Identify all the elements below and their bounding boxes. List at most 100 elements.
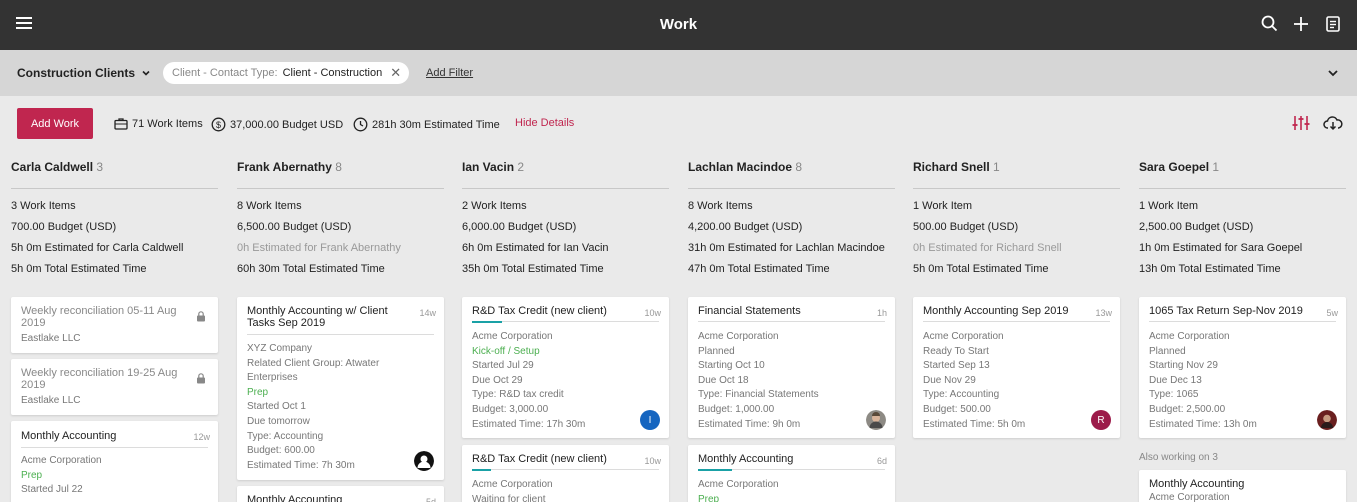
card-estimated-time: Estimated Time: 7h 30m [247,459,355,471]
budget-total: 37,000.00 Budget USD [230,118,344,131]
add-work-button[interactable]: Add Work [17,108,93,139]
assignee-name: Ian Vacin [462,160,515,174]
filter-bar: Construction Clients Client - Contact Ty… [0,50,1357,96]
work-card[interactable]: Monthly Accounting Acme Corporation [1139,470,1346,502]
card-divider [21,447,208,448]
view-name: Construction Clients [17,66,136,80]
card-client-group-cont: Enterprises [247,372,298,384]
assignee-count: 1 [1212,160,1220,174]
top-bar: Work [0,0,1357,50]
view-selector[interactable]: Construction Clients [17,66,151,80]
work-card[interactable]: Monthly Accounting 6d Acme Corporation P… [688,445,895,502]
remove-filter-icon[interactable]: ✕ [390,65,401,81]
work-card[interactable]: Monthly Accounting w/ Client Tasks Sep 2… [237,297,444,480]
user-photo-avatar-icon[interactable] [1317,410,1337,430]
card-status: Waiting for client [472,493,546,502]
card-started: Started Sep 13 [923,360,990,372]
divider [688,188,895,189]
also-working-on-label: Also working on [1139,452,1210,463]
work-card[interactable]: R&D Tax Credit (new client) 10w Acme Cor… [462,445,669,502]
card-progress-bar [698,469,732,471]
assignee-count: 3 [96,160,104,174]
hide-details-link[interactable]: Hide Details [515,117,574,129]
work-items-stat: 71 Work Items [114,117,203,130]
collapse-chevron-icon[interactable] [1327,67,1339,79]
card-estimated-time: Estimated Time: 17h 30m [472,418,586,430]
card-age: 6d [876,456,887,466]
card-details: Acme Corporation Prep Started Jul 22 [21,454,102,498]
plus-icon[interactable] [1291,14,1311,34]
work-card[interactable]: Weekly reconciliation 05-11 Aug 2019 Eas… [11,297,218,353]
work-card[interactable]: Monthly Accounting 5d [237,486,444,502]
summary-work-items: 8 Work Items [688,200,753,212]
card-details: Acme Corporation Planned Starting Nov 29… [1149,330,1257,432]
lock-icon [197,373,205,384]
card-title: Monthly Accounting [1149,478,1245,490]
summary-work-items: 1 Work Item [1139,200,1199,212]
card-budget: Budget: 500.00 [923,403,991,415]
cloud-download-icon[interactable] [1323,113,1343,133]
divider [462,188,669,189]
summary-work-items: 8 Work Items [237,200,302,212]
assignee-count: 8 [335,160,342,174]
time-stat: 281h 30m Estimated Time [353,117,500,132]
summary-estimated: 6h 0m Estimated for Ian Vacin [462,242,609,254]
card-started: Starting Nov 29 [1149,360,1218,372]
work-card[interactable]: Monthly Accounting 12w Acme Corporation … [11,421,218,502]
clock-icon [353,117,368,132]
card-status: Prep [698,493,720,502]
user-avatar-icon[interactable] [414,451,434,471]
user-avatar[interactable]: R [1091,410,1111,430]
card-status: Prep [21,469,43,481]
card-details: Acme Corporation Ready To Start Started … [923,330,1025,432]
summary-budget: 4,200.00 Budget (USD) [688,221,803,233]
column-lachlan-macindoe: Lachlan Macindoe 8 8 Work Items 4,200.00… [688,160,895,284]
summary-total-time: 5h 0m Total Estimated Time [913,263,1049,275]
card-title: Monthly Accounting Sep 2019 [923,305,1069,317]
card-client: Acme Corporation [1149,492,1230,502]
card-due: Due Oct 29 [472,374,523,386]
sliders-icon[interactable] [1291,113,1311,133]
card-age: 5d [425,497,436,502]
search-icon[interactable] [1260,14,1280,34]
card-status: Kick-off / Setup [472,345,540,357]
card-type: Type: Accounting [247,430,324,442]
filter-chip[interactable]: Client - Contact Type: Client - Construc… [163,62,410,84]
add-filter-link[interactable]: Add Filter [426,67,473,79]
card-title: R&D Tax Credit (new client) [472,453,607,465]
card-age: 12w [193,432,210,442]
card-started: Starting Oct 10 [698,360,765,372]
card-progress-track [472,469,659,471]
card-details: XYZ Company Related Client Group: Atwate… [247,342,379,473]
work-card[interactable]: Monthly Accounting Sep 2019 13w Acme Cor… [913,297,1120,438]
card-due: Due tomorrow [247,415,310,427]
column-frank-abernathy: Frank Abernathy 8 8 Work Items 6,500.00 … [237,160,444,284]
summary-budget: 2,500.00 Budget (USD) [1139,221,1254,233]
card-details: Acme Corporation Kick-off / Setup Starte… [472,330,585,432]
user-avatar[interactable]: I [640,410,660,430]
summary-budget: 6,500.00 Budget (USD) [237,221,352,233]
card-title: Monthly Accounting w/ Client Tasks Sep 2… [247,305,388,329]
card-started: Started Oct 1 [247,401,306,413]
card-budget: Budget: 600.00 [247,445,315,457]
card-progress-track [472,321,659,323]
notes-icon[interactable] [1323,14,1343,34]
divider [913,188,1120,189]
work-card[interactable]: R&D Tax Credit (new client) 10w Acme Cor… [462,297,669,438]
card-client: Acme Corporation [472,479,553,490]
column-header: Richard Snell 1 [913,160,1120,176]
work-card[interactable]: Weekly reconciliation 19-25 Aug 2019 Eas… [11,359,218,415]
card-divider [1149,321,1336,322]
card-title: Monthly Accounting [247,494,343,502]
column-header: Sara Goepel 1 [1139,160,1346,176]
summary-estimated: 5h 0m Estimated for Carla Caldwell [11,242,184,254]
user-photo-avatar-icon[interactable] [866,410,886,430]
card-title: Monthly Accounting [21,430,117,442]
column-ian-vacin: Ian Vacin 2 2 Work Items 6,000.00 Budget… [462,160,669,284]
card-divider [698,321,885,322]
card-client: Acme Corporation [472,331,553,342]
briefcase-icon [114,118,128,130]
work-card[interactable]: Financial Statements 1h Acme Corporation… [688,297,895,438]
work-card[interactable]: 1065 Tax Return Sep-Nov 2019 5w Acme Cor… [1139,297,1346,438]
dollar-icon: $ [211,117,226,132]
